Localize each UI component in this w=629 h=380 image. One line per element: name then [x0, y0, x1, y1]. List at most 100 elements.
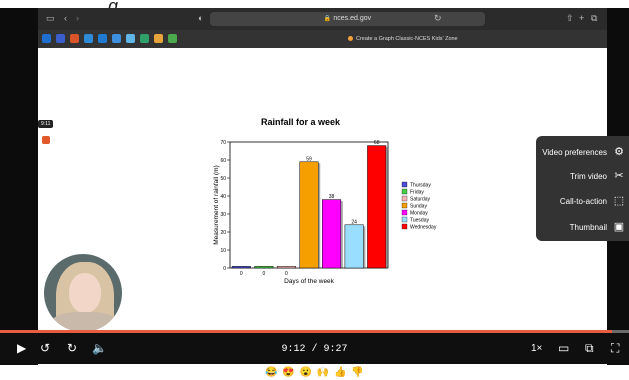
bar-value-label: 0	[240, 271, 243, 277]
reaction-thumbs-up[interactable]: 👍	[334, 366, 346, 380]
bookmark-icon[interactable]	[56, 34, 65, 43]
address-bar[interactable]: 🔒 nces.ed.gov	[210, 12, 485, 26]
y-tick-label: 10	[220, 248, 226, 254]
tab-favicon-icon	[348, 36, 353, 42]
y-tick-label: 40	[220, 194, 226, 200]
rainfall-chart: 0 10 20 30 40 50 60 70 Measurement of rainfall (…	[213, 140, 437, 285]
presenter-webcam-bubble[interactable]	[42, 252, 124, 334]
reaction-wow[interactable]: 😮	[300, 366, 312, 380]
browser-toolbar: ▭ ‹ › ◐ 🔒 nces.ed.gov ↻ ⇧ + ⧉	[38, 8, 607, 30]
cursor-box-icon: ⬚	[613, 195, 625, 207]
share-icon[interactable]: ⇧	[566, 13, 574, 23]
legend-label: Friday	[410, 190, 424, 196]
menu-item-label: Thumbnail	[569, 222, 607, 232]
timestamp-badge: 9:11	[38, 120, 54, 128]
chart-title: Rainfall for a week	[260, 117, 341, 127]
scissors-icon: ✂	[614, 170, 624, 182]
bar-value-label: 0	[285, 271, 288, 277]
bar-value-label: 38	[329, 194, 335, 200]
menu-item-video-preferences[interactable]: Video preferences ⚙	[542, 142, 625, 162]
bar	[299, 161, 319, 269]
bar-shadow	[385, 147, 388, 268]
forward-icon[interactable]: ›	[76, 13, 79, 23]
progress-fill	[0, 330, 613, 333]
progress-bar[interactable]	[0, 330, 629, 333]
bar-shadow	[340, 201, 343, 268]
legend-label: Thursday	[410, 183, 431, 189]
y-tick-label: 0	[223, 266, 226, 272]
y-axis-label: Measurement of rainfall (m)	[213, 165, 220, 244]
lock-icon: 🔒	[323, 16, 332, 22]
bar	[254, 266, 274, 269]
browser-chrome: ▭ ‹ › ◐ 🔒 nces.ed.gov ↻ ⇧ + ⧉ Create a G…	[38, 8, 607, 48]
fullscreen-icon[interactable]: ⛶	[611, 341, 619, 355]
legend-swatch	[401, 181, 408, 188]
legend-swatch	[401, 223, 408, 230]
reaction-thumbs-down[interactable]: 👎	[351, 366, 363, 380]
active-tab-label: Create a Graph Classic-NCES Kids' Zone	[356, 36, 458, 42]
bar	[231, 266, 251, 269]
menu-item-label: Trim video	[569, 171, 607, 181]
address-bar-text: nces.ed.gov	[333, 15, 372, 22]
bookmark-icon[interactable]	[70, 34, 79, 43]
sidebar-toggle-icon[interactable]: ▭	[46, 13, 55, 23]
image-icon: ▣	[613, 221, 625, 233]
new-tab-icon[interactable]: +	[579, 13, 584, 23]
bar-value-label: 59	[306, 156, 312, 162]
legend-swatch	[401, 209, 408, 216]
y-tick-label: 60	[220, 158, 226, 164]
captions-icon[interactable]: ▭	[558, 341, 569, 355]
bar	[322, 199, 342, 269]
active-tab[interactable]: Create a Graph Classic-NCES Kids' Zone	[348, 33, 458, 45]
record-icon[interactable]	[42, 136, 50, 144]
legend-swatch	[401, 195, 408, 202]
bar	[276, 266, 296, 269]
presenter-face	[69, 273, 101, 313]
reaction-love[interactable]: 😍	[282, 366, 294, 380]
player-controls: ▶ ↺ ↻ 🔈 9:12 / 9:27 1× ▭ ⧉ ⛶	[0, 330, 629, 364]
video-options-menu: Video preferences ⚙ Trim video ✂ Call-to…	[536, 136, 629, 241]
reload-icon[interactable]: ↻	[434, 13, 442, 23]
bar-value-label: 24	[351, 219, 357, 225]
menu-item-label: Call-to-action	[559, 196, 607, 206]
y-tick-label: 50	[220, 176, 226, 182]
reaction-celebrate[interactable]: 🙌	[317, 366, 329, 380]
bar-shadow	[318, 163, 321, 268]
tabs-overview-icon[interactable]: ⧉	[591, 13, 597, 23]
bookmark-icon[interactable]	[112, 34, 121, 43]
letterbox-left	[0, 8, 38, 365]
y-tick-label: 70	[220, 140, 226, 146]
y-tick-label: 30	[220, 212, 226, 218]
legend-label: Sunday	[410, 204, 427, 210]
bookmark-icon[interactable]	[140, 34, 149, 43]
legend-swatch	[401, 216, 408, 223]
bookmark-icon[interactable]	[126, 34, 135, 43]
reaction-laugh[interactable]: 😂	[265, 366, 277, 380]
legend-label: Saturday	[410, 197, 431, 203]
menu-item-call-to-action[interactable]: Call-to-action ⬚	[560, 191, 625, 211]
sliders-icon: ⚙	[614, 146, 624, 158]
legend-label: Tuesday	[410, 218, 429, 224]
legend-label: Wednesday	[410, 225, 437, 231]
x-axis-label: Days of the week	[284, 278, 335, 285]
menu-item-thumbnail[interactable]: Thumbnail ▣	[570, 217, 625, 237]
bar	[367, 145, 387, 269]
bar-shadow	[363, 226, 366, 268]
pip-icon[interactable]: ⧉	[585, 341, 594, 355]
menu-item-trim-video[interactable]: Trim video ✂	[570, 166, 625, 186]
legend-swatch	[401, 202, 408, 209]
back-icon[interactable]: ‹	[64, 13, 67, 23]
screen: g ▭ ‹ › ◐ 🔒nces.ed.gov ↻ ⇧ + ⧉	[0, 0, 629, 380]
bookmarks-bar: Create a Graph Classic-NCES Kids' Zone	[38, 30, 607, 48]
bookmark-icon[interactable]	[154, 34, 163, 43]
bar-value-label: 0	[262, 271, 265, 277]
y-tick-label: 20	[220, 230, 226, 236]
reactions-bar: 😂 😍 😮 🙌 👍 👎	[0, 366, 629, 380]
bar-value-label: 68	[374, 140, 380, 146]
menu-item-label: Video preferences	[542, 147, 607, 157]
bookmark-icon[interactable]	[98, 34, 107, 43]
bookmark-icon[interactable]	[42, 34, 51, 43]
bookmark-icon[interactable]	[168, 34, 177, 43]
playback-speed-button[interactable]: 1×	[531, 343, 542, 354]
bookmark-icon[interactable]	[84, 34, 93, 43]
